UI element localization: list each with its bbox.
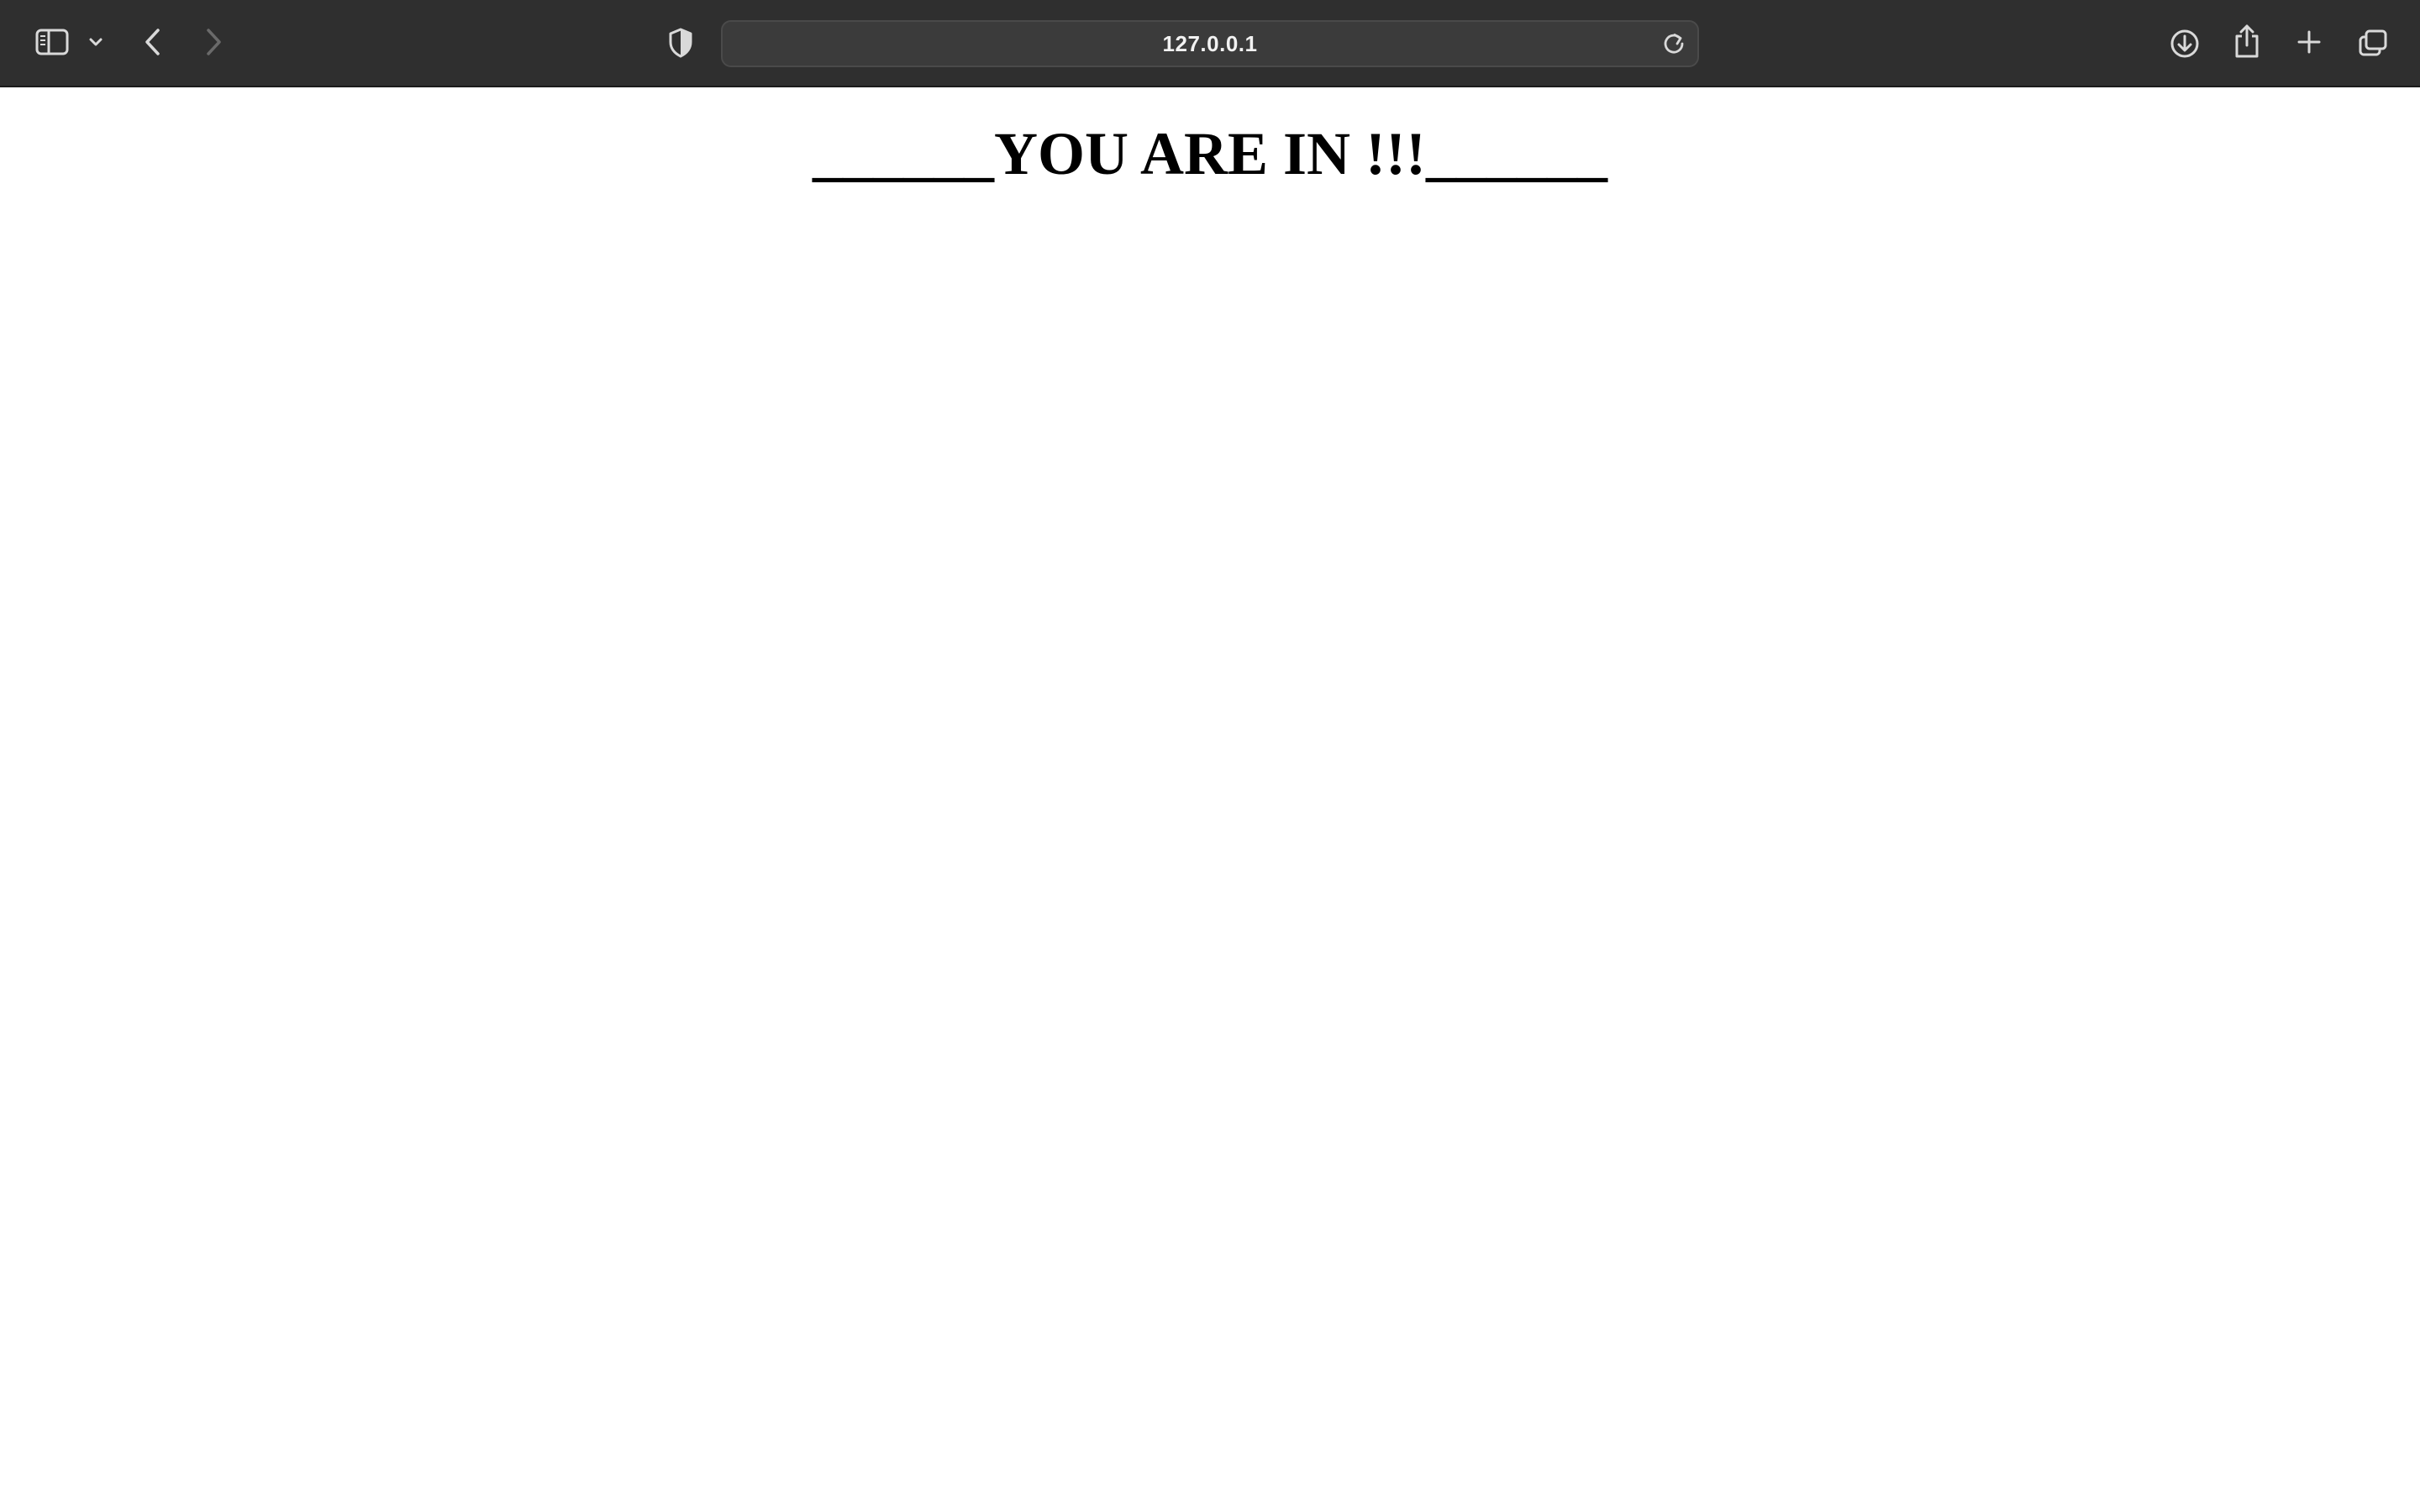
page-headline: ______YOU ARE IN !!!______ <box>813 120 1607 187</box>
forward-button[interactable] <box>198 24 229 60</box>
chevron-right-icon <box>204 28 223 56</box>
sidebar-menu-button[interactable] <box>84 30 108 54</box>
new-tab-button[interactable] <box>2292 25 2326 59</box>
reload-icon <box>1663 31 1685 59</box>
download-icon <box>2170 29 2200 59</box>
browser-toolbar: 127.0.0.1 <box>0 0 2420 87</box>
sidebar-icon <box>35 29 69 55</box>
share-button[interactable] <box>2230 20 2264 62</box>
reload-button[interactable] <box>1660 30 1687 59</box>
chevron-left-icon <box>144 28 162 56</box>
address-text: 127.0.0.1 <box>1162 30 1258 56</box>
shield-icon <box>668 28 693 58</box>
chevron-down-icon <box>88 37 103 47</box>
tab-overview-button[interactable] <box>2354 25 2391 60</box>
sidebar-toggle-button[interactable] <box>30 22 74 62</box>
privacy-report-button[interactable] <box>664 25 697 60</box>
page-content: ______YOU ARE IN !!!______ <box>0 87 2420 1512</box>
address-bar[interactable]: 127.0.0.1 <box>721 20 1699 67</box>
tabs-icon <box>2358 29 2388 57</box>
back-button[interactable] <box>138 24 168 60</box>
plus-icon <box>2296 29 2322 55</box>
downloads-button[interactable] <box>2166 25 2203 62</box>
share-icon <box>2233 24 2260 59</box>
